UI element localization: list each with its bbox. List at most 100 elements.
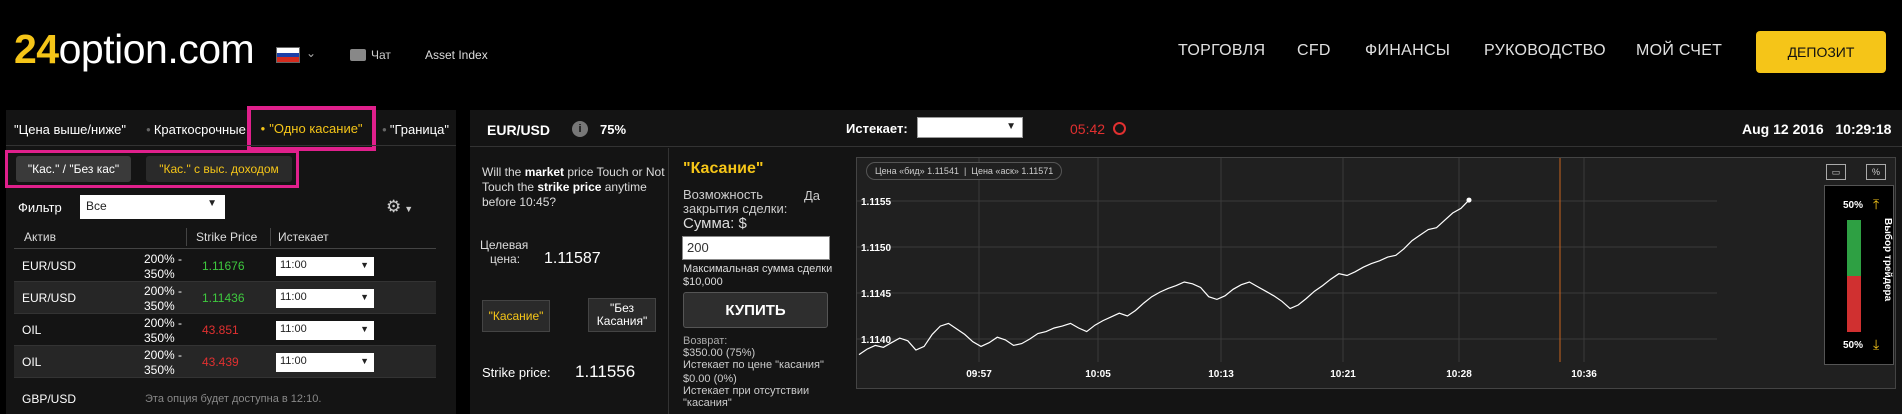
trader-down-percent: 50% — [1843, 340, 1864, 351]
table-row[interactable]: EUR/USD 200% -350% 1.11676 11:00 ▼ — [14, 250, 436, 282]
tab-boundary[interactable]: ● "Граница" — [382, 114, 449, 144]
divider — [270, 228, 271, 246]
asset-name: OIL — [22, 323, 42, 337]
asset-name: EUR/USD — [22, 291, 77, 305]
return-notouch-value: $0.00 (0%) — [683, 373, 737, 385]
filter-label: Фильтр — [18, 200, 62, 215]
payout-range: 200% -350% — [144, 316, 183, 345]
subtab-touch-no-touch[interactable]: "Кас." / "Без кас" — [16, 156, 131, 182]
table-row[interactable]: OIL 200% -350% 43.851 11:00 ▼ — [14, 314, 436, 346]
price-chart[interactable]: 1.1155 1.1150 1.1145 1.1140 09:57 10:05 10:13 1… — [856, 157, 1896, 389]
payout-percent: 75% — [600, 122, 627, 137]
nav-cfd[interactable]: CFD — [1297, 42, 1331, 60]
table-row[interactable]: OIL 200% -350% 43.439 11:00 ▼ — [14, 346, 436, 378]
nav-trading[interactable]: ТОРГОВЛЯ — [1178, 42, 1265, 60]
current-price-point — [1466, 197, 1472, 203]
expiry-select[interactable]: 11:00 ▼ — [276, 321, 374, 340]
subtab-high-yield-touch[interactable]: "Кас." с выс. доходом — [146, 156, 292, 182]
y-tick-label: 1.1140 — [861, 335, 891, 346]
asset-pair: EUR/USD — [487, 122, 551, 138]
arrow-up-icon: ⤒ — [1873, 196, 1880, 212]
x-tick-label: 10:05 — [1085, 369, 1111, 380]
filter-value: Все — [86, 199, 107, 213]
trader-down-bar — [1847, 276, 1861, 332]
strike-price: 1.11676 — [202, 259, 245, 273]
tab-short-term[interactable]: ● Краткосрочные — [146, 114, 246, 144]
y-tick-label: 1.1155 — [861, 197, 891, 208]
return-info: Возврат: $350.00 (75%) Истекает по цене … — [683, 335, 853, 409]
y-tick-label: 1.1150 — [861, 243, 891, 254]
max-amount-note: Максимальная сумма сделки $10,000 — [683, 263, 833, 288]
close-possibility-value: Да — [804, 188, 821, 203]
return-touch-text: Истекает по цене "касания" — [683, 359, 824, 371]
strike-price-value: 1.11556 — [575, 362, 636, 381]
info-icon[interactable]: i — [572, 121, 588, 137]
asset-name: EUR/USD — [22, 259, 77, 273]
bid-price: Цена «бид» 1.11541 — [875, 166, 959, 176]
chevron-down-icon[interactable]: ⌄ — [306, 46, 316, 60]
touch-button[interactable]: "Касание" — [482, 300, 550, 332]
bullet-icon: ● — [382, 124, 387, 134]
no-touch-button[interactable]: "Без Касания" — [588, 298, 656, 332]
filter-select[interactable]: Все ▼ — [80, 195, 225, 219]
x-tick-label: 10:36 — [1571, 369, 1597, 380]
gear-icon[interactable]: ⚙ ▼ — [386, 197, 413, 217]
chat-link[interactable]: Чат — [371, 48, 391, 62]
price-series-line — [858, 199, 1470, 356]
trader-choice-widget: 50% ⤒ 50% ⤓ Выбор трейдера — [1824, 185, 1894, 365]
close-possibility-label: Возможность закрытия сделки: — [683, 187, 788, 216]
nav-guide[interactable]: РУКОВОДСТВО — [1484, 42, 1606, 60]
return-label: Возврат: — [683, 335, 728, 347]
nav-my-account[interactable]: МОЙ СЧЕТ — [1636, 42, 1722, 60]
percent-icon[interactable]: % — [1866, 164, 1886, 180]
divider — [6, 145, 456, 146]
trader-choice-label: Выбор трейдера — [1882, 218, 1893, 302]
trade-header-bar — [470, 112, 1902, 147]
chevron-down-icon: ▼ — [360, 356, 369, 366]
chart-type-icon[interactable]: ▭ — [1826, 164, 1846, 180]
expiry-select[interactable]: 11:00 ▼ — [276, 257, 374, 276]
tab-boundary-label: "Граница" — [389, 121, 449, 137]
target-price-value: 1.11587 — [544, 250, 601, 267]
expiry-select[interactable]: 11:00 ▼ — [276, 353, 374, 372]
x-tick-label: 09:57 — [966, 369, 992, 380]
tab-one-touch-label: "Одно касание" — [269, 121, 363, 136]
expiry-select[interactable]: ▼ — [917, 117, 1023, 138]
divider — [668, 148, 669, 414]
nav-finance[interactable]: ФИНАНСЫ — [1365, 42, 1450, 60]
x-tick-label: 10:13 — [1208, 369, 1234, 380]
table-row[interactable]: EUR/USD 200% -350% 1.11436 11:00 ▼ — [14, 282, 436, 314]
expiry-select[interactable]: 11:00 ▼ — [276, 289, 374, 308]
chevron-down-icon: ▼ — [360, 292, 369, 302]
selected-direction-title: "Касание" — [683, 160, 764, 177]
x-tick-label: 10:21 — [1330, 369, 1356, 380]
amount-input[interactable]: 200 — [682, 236, 830, 260]
chevron-down-icon: ▼ — [360, 260, 369, 270]
tab-high-low[interactable]: "Цена выше/ниже" — [14, 114, 126, 144]
arrow-down-icon: ⤓ — [1873, 336, 1880, 352]
chevron-down-icon: ▼ — [207, 198, 217, 209]
asset-index-link[interactable]: Asset Index — [425, 48, 488, 62]
strike-price: 43.851 — [202, 323, 239, 337]
expires-label: Истекает: — [846, 121, 908, 136]
amount-label: Сумма: $ — [683, 215, 747, 232]
option-question: Will the market price Touch or Not Touch… — [482, 165, 665, 209]
table-row[interactable]: GBP/USD Эта опция будет доступна в 12:10… — [14, 378, 436, 410]
countdown-timer: 05:42 — [1070, 121, 1106, 137]
asset-name: GBP/USD — [22, 392, 77, 406]
chat-icon[interactable] — [350, 49, 366, 61]
deposit-button[interactable]: ДЕПОЗИТ — [1756, 31, 1886, 73]
trader-up-percent: 50% — [1843, 200, 1864, 211]
strike-price-label: Strike price: — [482, 365, 551, 380]
ask-price: Цена «аск» 1.11571 — [971, 166, 1054, 176]
trader-up-bar — [1847, 220, 1861, 276]
price-chart-svg: 1.1155 1.1150 1.1145 1.1140 09:57 10:05 10:13 1… — [857, 158, 1717, 380]
russia-flag-icon[interactable] — [276, 47, 300, 63]
return-touch-value: $350.00 (75%) — [683, 347, 756, 359]
return-notouch-text: Истекает при отсутствии — [683, 385, 810, 397]
bid-ask-legend: Цена «бид» 1.11541 | Цена «аск» 1.11571 — [866, 162, 1063, 180]
site-logo[interactable]: 24option.com — [14, 26, 255, 73]
current-date: Aug 12 2016 — [1742, 121, 1824, 137]
clock-icon — [1113, 122, 1126, 135]
buy-button[interactable]: КУПИТЬ — [683, 292, 828, 328]
